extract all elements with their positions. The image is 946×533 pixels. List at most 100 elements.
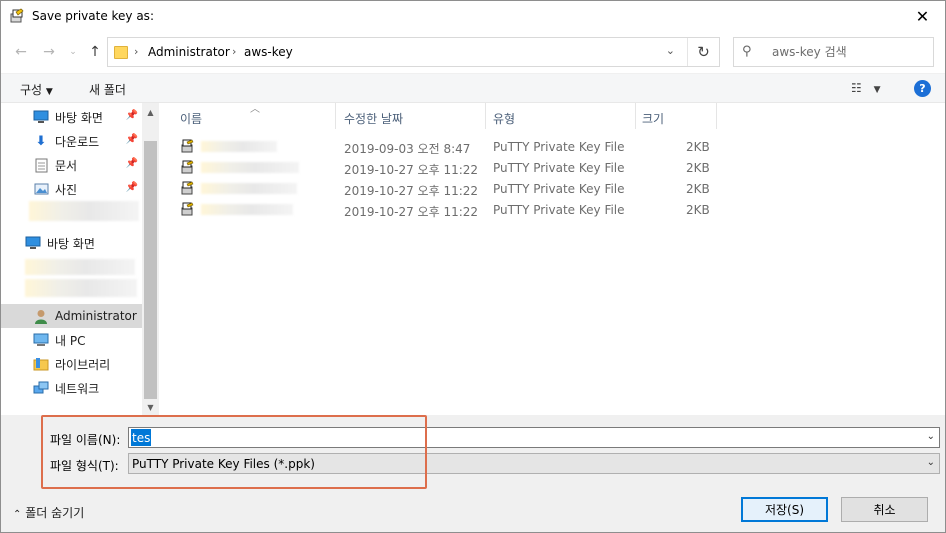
pin-icon[interactable]: 📌 (126, 182, 138, 193)
breadcrumb-aws-key[interactable]: aws-key (244, 45, 293, 59)
column-divider[interactable] (335, 103, 336, 129)
sidebar-item-libraries[interactable]: 라이브러리 (1, 352, 142, 376)
file-date: 2019-09-03 오전 8:47 (344, 142, 471, 156)
close-icon[interactable]: ✕ (900, 1, 945, 32)
document-icon (33, 157, 49, 173)
chevron-up-icon: ⌃ (13, 509, 22, 520)
sidebar-item-label: 다운로드 (55, 134, 100, 149)
file-date: 2019-10-27 오후 11:22 (344, 184, 479, 198)
search-input[interactable] (772, 43, 922, 61)
column-divider[interactable] (716, 103, 717, 129)
sidebar-item-label: 문서 (55, 158, 78, 173)
sidebar-item-label: 바탕 화면 (55, 110, 103, 125)
save-dialog: Save private key as: ✕ ← → ⌄ ↑ › Adminis… (0, 0, 946, 533)
column-header-name[interactable]: 이름 (180, 110, 202, 127)
file-row[interactable]: 2019-10-27 오후 11:22 PuTTY Private Key Fi… (161, 157, 721, 178)
putty-app-icon (10, 8, 24, 23)
network-icon (33, 380, 49, 396)
command-bar: 구성 ▼ 새 폴더 ☷ ▼ ? (1, 73, 945, 103)
search-icon: ⚲ (742, 44, 752, 59)
sidebar-item-label: Administrator (55, 309, 137, 323)
sidebar-item-label: 라이브러리 (55, 357, 111, 372)
putty-key-file-icon (181, 139, 194, 153)
sidebar-item-pictures[interactable]: 사진 📌 (1, 177, 142, 201)
up-arrow-icon[interactable]: ↑ (85, 42, 105, 62)
file-size: 2KB (686, 161, 710, 175)
redacted-filename (201, 162, 299, 173)
folder-icon (114, 46, 128, 59)
redacted-filename (201, 204, 293, 215)
breadcrumb-chevron-icon[interactable]: › (232, 45, 236, 58)
sidebar-item-downloads[interactable]: ⬇ 다운로드 📌 (1, 129, 142, 153)
file-row[interactable]: 2019-09-03 오전 8:47 PuTTY Private Key Fil… (161, 136, 721, 157)
sidebar-item-desktop-root[interactable]: 바탕 화면 (1, 231, 142, 255)
putty-key-file-icon (181, 181, 194, 195)
column-header-date[interactable]: 수정한 날짜 (344, 110, 403, 127)
file-type: PuTTY Private Key File (493, 161, 625, 175)
save-options-panel: 파일 이름(N): ⌄ 파일 형식(T): PuTTY Private Key … (1, 415, 945, 532)
redacted-item (25, 259, 135, 275)
hide-folders-button[interactable]: ⌃ 폴더 숨기기 (13, 504, 84, 521)
recent-locations-icon[interactable]: ⌄ (63, 42, 83, 62)
address-bar[interactable]: › Administrator › aws-key ⌄ ↻ (107, 37, 720, 67)
navigation-pane: 바탕 화면 📌 ⬇ 다운로드 📌 문서 📌 사진 📌 바탕 화면 Adminis… (1, 103, 159, 415)
sidebar-item-documents[interactable]: 문서 📌 (1, 153, 142, 177)
file-row[interactable]: 2019-10-27 오후 11:22 PuTTY Private Key Fi… (161, 199, 721, 220)
search-box[interactable]: ⚲ (733, 37, 934, 67)
column-header-type[interactable]: 유형 (493, 110, 515, 127)
scroll-up-icon[interactable]: ▲ (142, 105, 159, 119)
redacted-item (29, 201, 139, 221)
file-type: PuTTY Private Key File (493, 182, 625, 196)
sidebar-item-label: 바탕 화면 (47, 236, 95, 251)
sidebar-item-network[interactable]: 네트워크 (1, 376, 142, 400)
sidebar-item-this-pc[interactable]: 내 PC (1, 328, 142, 352)
view-options-icon[interactable]: ☷ ▼ (851, 81, 881, 95)
column-divider[interactable] (635, 103, 636, 129)
cancel-button[interactable]: 취소 (841, 497, 928, 522)
navigation-bar: ← → ⌄ ↑ › Administrator › aws-key ⌄ ↻ ⚲ (1, 36, 945, 68)
chevron-down-icon[interactable]: ⌄ (927, 431, 935, 442)
file-row[interactable]: 2019-10-27 오후 11:22 PuTTY Private Key Fi… (161, 178, 721, 199)
putty-key-file-icon (181, 202, 194, 216)
forward-arrow-icon[interactable]: → (39, 42, 59, 62)
file-list: ︿ 이름 수정한 날짜 유형 크기 2019-09-03 오전 8:47 PuT… (161, 103, 945, 415)
organize-label: 구성 (20, 83, 43, 97)
hide-folders-label: 폴더 숨기기 (25, 506, 85, 520)
file-date: 2019-10-27 오후 11:22 (344, 205, 479, 219)
column-header-size[interactable]: 크기 (642, 110, 664, 127)
breadcrumb-administrator[interactable]: Administrator (148, 45, 230, 59)
help-icon[interactable]: ? (914, 80, 931, 97)
address-dropdown-icon[interactable]: ⌄ (666, 44, 675, 57)
column-divider[interactable] (485, 103, 486, 129)
sidebar-item-label: 네트워크 (55, 381, 100, 396)
window-title: Save private key as: (32, 9, 154, 23)
save-button[interactable]: 저장(S) (741, 497, 828, 522)
sidebar-item-label: 내 PC (55, 333, 86, 348)
desktop-icon (33, 109, 49, 125)
new-folder-button[interactable]: 새 폴더 (89, 81, 126, 98)
refresh-icon[interactable]: ↻ (687, 38, 719, 66)
pin-icon[interactable]: 📌 (126, 110, 138, 121)
computer-icon (33, 332, 49, 348)
sidebar-item-desktop[interactable]: 바탕 화면 📌 (1, 105, 142, 129)
breadcrumb-chevron-icon[interactable]: › (134, 45, 138, 58)
file-size: 2KB (686, 203, 710, 217)
desktop-icon (25, 235, 41, 251)
pin-icon[interactable]: 📌 (126, 158, 138, 169)
pin-icon[interactable]: 📌 (126, 134, 138, 145)
navigation-scrollbar[interactable]: ▲ ▼ (142, 103, 159, 415)
file-size: 2KB (686, 140, 710, 154)
scrollbar-thumb[interactable] (144, 141, 157, 399)
redacted-filename (201, 183, 297, 194)
file-date: 2019-10-27 오후 11:22 (344, 163, 479, 177)
chevron-down-icon[interactable]: ⌄ (927, 457, 935, 468)
sidebar-item-administrator[interactable]: Administrator (1, 304, 142, 328)
back-arrow-icon[interactable]: ← (11, 42, 31, 62)
annotation-highlight-box (41, 415, 427, 489)
redacted-item (25, 279, 137, 297)
redacted-filename (201, 141, 277, 152)
organize-button[interactable]: 구성 ▼ (20, 81, 53, 98)
scroll-down-icon[interactable]: ▼ (142, 400, 159, 414)
sidebar-item-label: 사진 (55, 182, 78, 197)
file-type: PuTTY Private Key File (493, 140, 625, 154)
